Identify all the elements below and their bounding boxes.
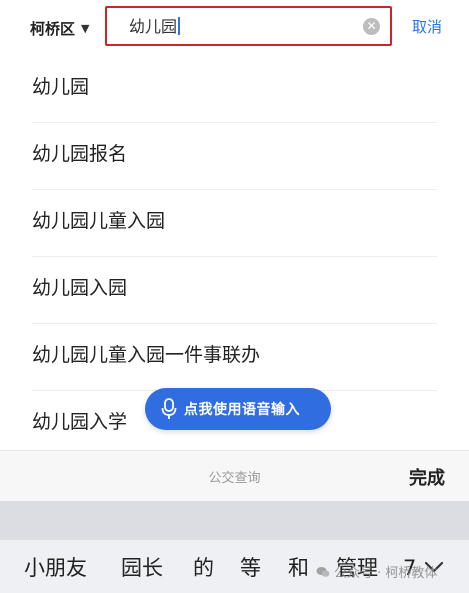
suggestion-label: 幼儿园儿童入园一件事联办 [32, 344, 261, 366]
microphone-icon [161, 398, 177, 419]
suggestion-item[interactable]: 幼儿园入园 [32, 257, 437, 324]
district-selector[interactable]: 柯桥区 ▼ [30, 16, 89, 40]
keyboard-divider [0, 501, 469, 540]
suggestion-item[interactable]: 幼儿园 [32, 56, 437, 123]
suggestion-label: 幼儿园入学 [32, 411, 128, 433]
wechat-icon [316, 567, 330, 577]
candidate-word[interactable]: 和 [288, 554, 309, 582]
suggestion-label: 幼儿园报名 [32, 143, 128, 165]
suggestion-item[interactable]: 幼儿园儿童入园一件事联办 [32, 324, 437, 391]
keyboard-toolbar: 公交查询 完成 [0, 450, 469, 501]
suggestion-label: 幼儿园儿童入园 [32, 210, 166, 232]
watermark-text: 公众号 · 柯桥教体 [334, 566, 438, 581]
suggestion-label: 幼儿园入园 [32, 277, 128, 299]
voice-input-button[interactable]: 点我使用语音输入 [145, 388, 331, 430]
cancel-button[interactable]: 取消 [412, 16, 442, 38]
keyboard-hint: 公交查询 [208, 471, 261, 486]
candidate-word[interactable]: 小朋友 [24, 554, 87, 582]
watermark: 公众号 · 柯桥教体 [316, 562, 437, 581]
caret-down-icon: ▼ [81, 21, 90, 35]
voice-input-label: 点我使用语音输入 [184, 402, 300, 418]
clear-icon[interactable]: ✕ [363, 18, 380, 35]
search-query: 幼儿园 [129, 17, 178, 36]
done-button[interactable]: 完成 [409, 464, 445, 490]
suggestion-item[interactable]: 幼儿园儿童入园 [32, 190, 437, 257]
suggestion-label: 幼儿园 [32, 76, 90, 98]
ime-candidate-bar: 小朋友 园长 的 等 和 管理 7 公众号 · 柯桥教体 [0, 540, 469, 593]
suggestion-item[interactable]: 幼儿园报名 [32, 123, 437, 190]
candidate-word[interactable]: 的 [193, 554, 214, 582]
candidate-word[interactable]: 园长 [121, 554, 163, 582]
search-bar: 柯桥区 ▼ 幼儿园 ✕ 取消 [0, 0, 469, 56]
text-cursor [178, 17, 181, 35]
district-label: 柯桥区 [30, 19, 76, 38]
candidate-word[interactable]: 等 [240, 554, 261, 582]
search-input[interactable]: 幼儿园 ✕ [105, 6, 392, 46]
